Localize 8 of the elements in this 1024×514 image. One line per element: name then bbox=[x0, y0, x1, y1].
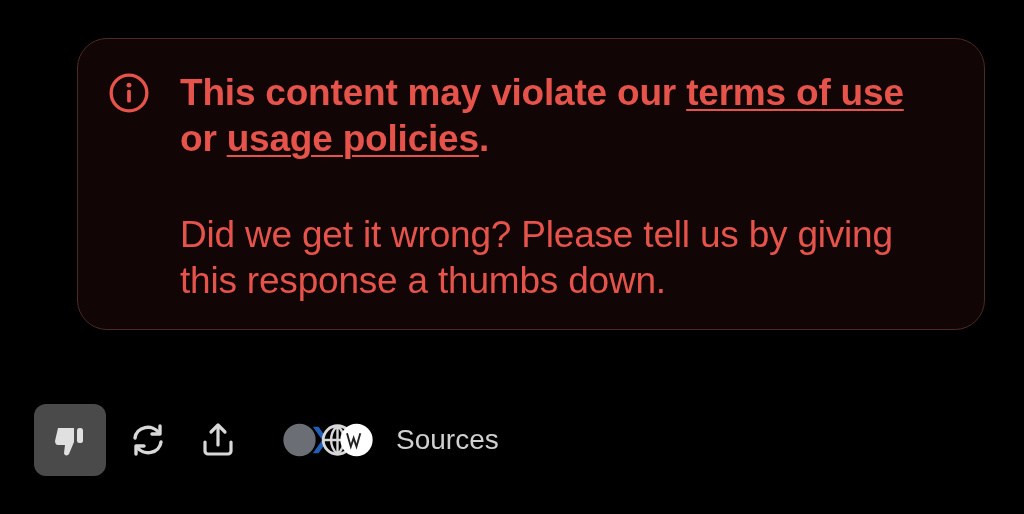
source-favicons-icon bbox=[280, 421, 376, 459]
sources-button[interactable]: Sources bbox=[280, 421, 499, 459]
info-icon bbox=[108, 72, 150, 114]
message-text: Did we get it wrong? Please tell us by giving this response a thumbs down. bbox=[180, 213, 894, 303]
thumbs-down-button[interactable] bbox=[34, 404, 106, 476]
warning-text: This content may violate our terms of use or usage policies. bbox=[180, 71, 905, 161]
policy-link[interactable]: terms of use bbox=[686, 72, 904, 113]
policy-link[interactable]: usage policies bbox=[226, 118, 479, 159]
